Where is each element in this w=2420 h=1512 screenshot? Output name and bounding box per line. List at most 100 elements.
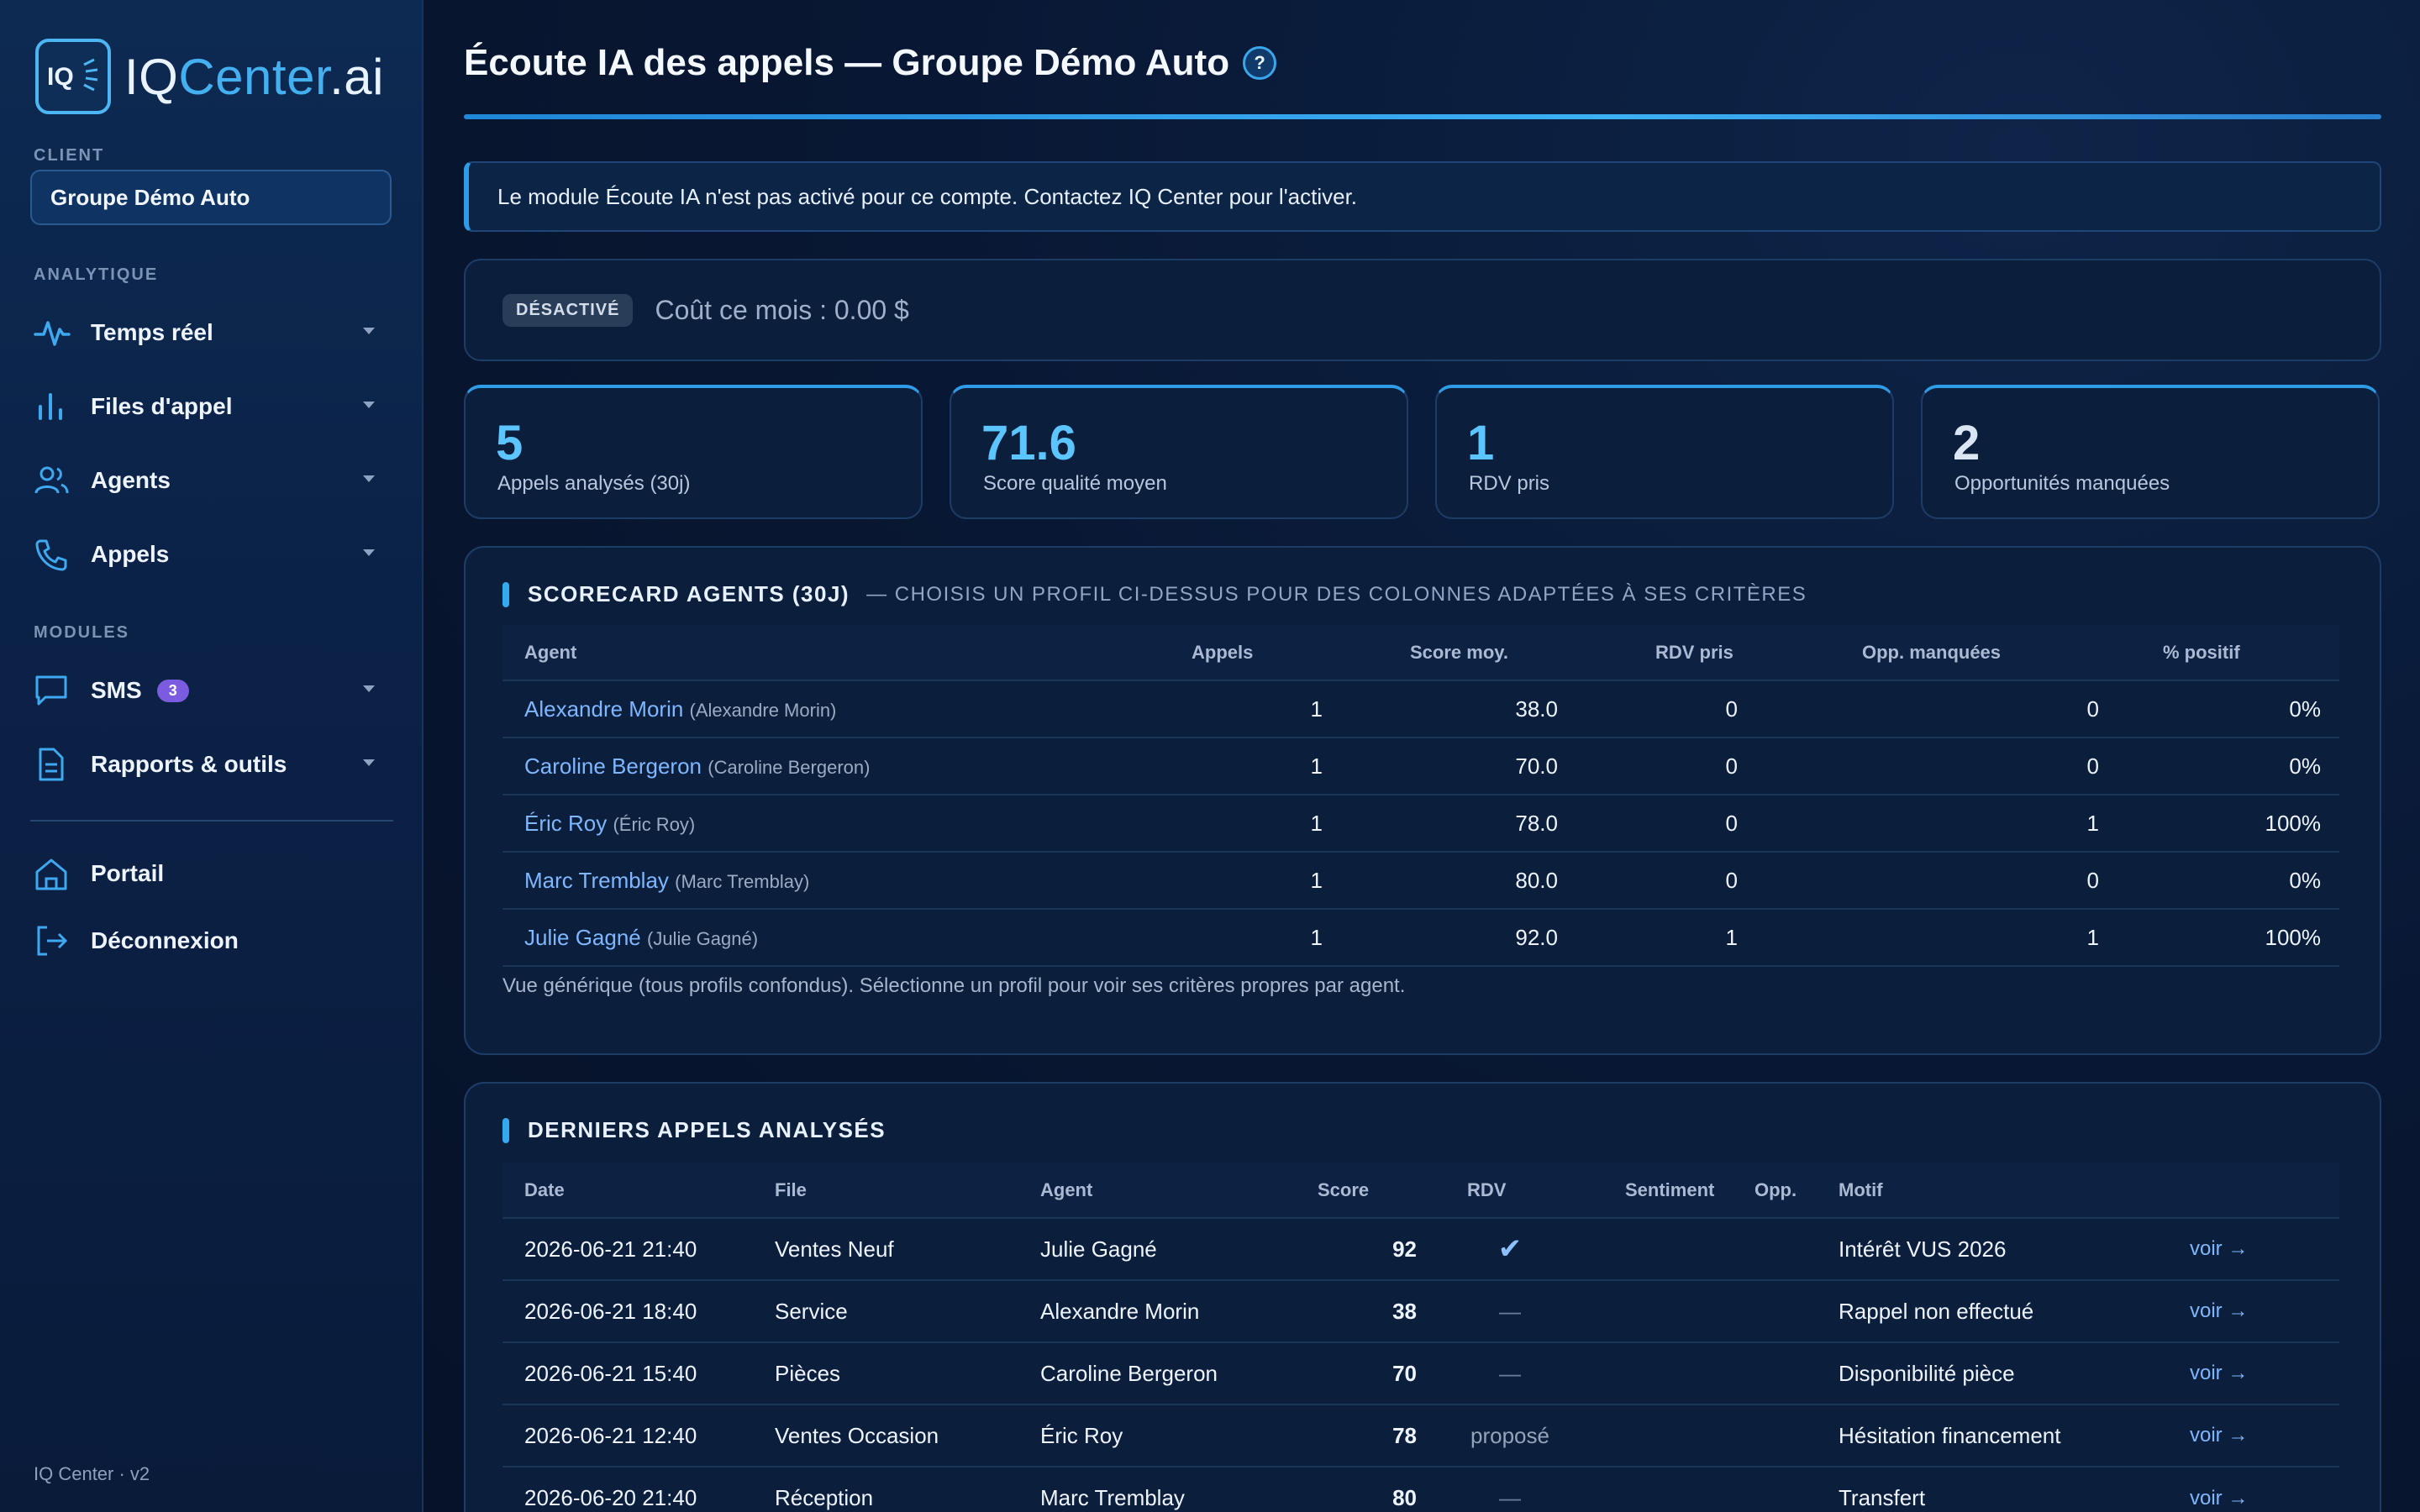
page-title-row: Écoute IA des appels — Groupe Démo Auto … bbox=[464, 42, 1277, 84]
col-appels[interactable]: Appels bbox=[1192, 625, 1343, 680]
nav-sms[interactable]: SMS 3 bbox=[34, 665, 387, 716]
voir-link[interactable]: voir → bbox=[2190, 1279, 2339, 1342]
motif-cell: Rappel non effectué bbox=[1839, 1279, 2190, 1342]
sentiment-cell bbox=[1600, 1217, 1754, 1280]
opp-cell: 1 bbox=[1805, 908, 2124, 967]
agent-cell: Julie Gagné bbox=[1040, 1217, 1318, 1280]
kpi-value: 1 bbox=[1467, 416, 1495, 470]
score-cell: 70.0 bbox=[1343, 737, 1578, 795]
col-rdv[interactable]: RDV bbox=[1420, 1163, 1600, 1218]
nav-label: Temps réel bbox=[91, 319, 213, 345]
col-sentiment[interactable]: Sentiment bbox=[1600, 1163, 1754, 1218]
page-title: Écoute IA des appels — Groupe Démo Auto bbox=[464, 42, 1230, 83]
opp-cell bbox=[1754, 1404, 1839, 1467]
kpi-card-rdv: 1 RDV pris bbox=[1435, 385, 1894, 519]
rdv-cell: — bbox=[1420, 1279, 1600, 1342]
appels-cell: 1 bbox=[1192, 737, 1343, 795]
positif-cell: 0% bbox=[2124, 737, 2339, 795]
score-cell: 80.0 bbox=[1343, 851, 1578, 909]
nav-files-appel[interactable]: Files d'appel bbox=[34, 381, 387, 432]
col-rdv[interactable]: RDV pris bbox=[1578, 625, 1805, 680]
client-label: CLIENT bbox=[34, 146, 105, 165]
modules-section-label: MODULES bbox=[34, 623, 129, 642]
file-cell: Réception bbox=[775, 1466, 1040, 1512]
appels-cell: 1 bbox=[1192, 908, 1343, 967]
agent-alias: (Éric Roy) bbox=[613, 813, 696, 835]
col-positif[interactable]: % positif bbox=[2124, 625, 2339, 680]
logo-name: Center bbox=[178, 48, 330, 105]
file-cell: Ventes Occasion bbox=[775, 1404, 1040, 1467]
col-agent[interactable]: Agent bbox=[1040, 1163, 1318, 1218]
voir-link[interactable]: voir → bbox=[2190, 1217, 2339, 1280]
help-icon[interactable]: ? bbox=[1243, 46, 1277, 80]
rdv-cell: — bbox=[1420, 1466, 1600, 1512]
nav-label: Déconnexion bbox=[91, 927, 239, 953]
agent-link[interactable]: Julie Gagné bbox=[524, 925, 641, 950]
score-cell: 78 bbox=[1318, 1404, 1420, 1467]
kpi-label: RDV pris bbox=[1469, 472, 1550, 495]
nav-deconnexion[interactable]: Déconnexion bbox=[34, 916, 387, 966]
table-row[interactable]: 2026-06-21 12:40 Ventes Occasion Éric Ro… bbox=[502, 1404, 2339, 1467]
kpi-label: Opportunités manquées bbox=[1954, 472, 2170, 495]
table-row[interactable]: 2026-06-20 21:40 Réception Marc Tremblay… bbox=[502, 1466, 2339, 1512]
agent-link[interactable]: Marc Tremblay bbox=[524, 868, 669, 893]
nav-label: Portail bbox=[91, 860, 165, 886]
table-row: Alexandre Morin (Alexandre Morin) 1 38.0… bbox=[502, 680, 2339, 738]
col-opp[interactable]: Opp. bbox=[1754, 1163, 1839, 1218]
table-row[interactable]: 2026-06-21 15:40 Pièces Caroline Bergero… bbox=[502, 1341, 2339, 1404]
phone-icon bbox=[34, 533, 76, 575]
chevron-down-icon bbox=[363, 402, 375, 408]
scorecard-panel: SCORECARD AGENTS (30J) — CHOISIS UN PROF… bbox=[464, 546, 2381, 1055]
agent-link[interactable]: Alexandre Morin bbox=[524, 696, 683, 722]
rdv-cell: — bbox=[1420, 1341, 1600, 1404]
sms-count-badge: 3 bbox=[156, 679, 189, 702]
nav-agents[interactable]: Agents bbox=[34, 455, 387, 506]
nav-rapports-outils[interactable]: Rapports & outils bbox=[34, 739, 387, 790]
voir-link[interactable]: voir → bbox=[2190, 1466, 2339, 1512]
chevron-down-icon bbox=[363, 685, 375, 692]
scorecard-table: Agent Appels Score moy. RDV pris Opp. ma… bbox=[502, 625, 2339, 967]
kpi-card-missed: 2 Opportunités manquées bbox=[1921, 385, 2380, 519]
col-agent[interactable]: Agent bbox=[502, 625, 1192, 680]
chevron-down-icon bbox=[363, 759, 375, 766]
agent-link[interactable]: Caroline Bergeron bbox=[524, 753, 702, 779]
agent-link[interactable]: Éric Roy bbox=[524, 811, 607, 836]
file-cell: Pièces bbox=[775, 1341, 1040, 1404]
score-cell: 70 bbox=[1318, 1341, 1420, 1404]
agent-cell: Éric Roy bbox=[1040, 1404, 1318, 1467]
col-date[interactable]: Date bbox=[502, 1163, 775, 1218]
agent-cell: Julie Gagné (Julie Gagné) bbox=[502, 908, 1192, 967]
version-footer: IQ Center · v2 bbox=[34, 1463, 150, 1484]
sentiment-cell bbox=[1600, 1404, 1754, 1467]
positif-cell: 100% bbox=[2124, 794, 2339, 852]
col-score[interactable]: Score bbox=[1318, 1163, 1420, 1218]
logo[interactable]: IQ IQCenter.ai bbox=[35, 39, 384, 114]
rdv-cell: 1 bbox=[1578, 908, 1805, 967]
opp-cell bbox=[1754, 1341, 1839, 1404]
chevron-down-icon bbox=[363, 549, 375, 556]
nav-label: Rapports & outils bbox=[91, 751, 287, 777]
kpi-card-quality: 71.6 Score qualité moyen bbox=[950, 385, 1408, 519]
table-row[interactable]: 2026-06-21 21:40 Ventes Neuf Julie Gagné… bbox=[502, 1217, 2339, 1280]
col-score[interactable]: Score moy. bbox=[1343, 625, 1578, 680]
col-motif[interactable]: Motif bbox=[1839, 1163, 2190, 1218]
nav-temps-reel[interactable]: Temps réel bbox=[34, 307, 387, 358]
chevron-down-icon bbox=[363, 328, 375, 334]
table-row[interactable]: 2026-06-21 18:40 Service Alexandre Morin… bbox=[502, 1279, 2339, 1342]
motif-cell: Hésitation financement bbox=[1839, 1404, 2190, 1467]
opp-cell: 1 bbox=[1805, 794, 2124, 852]
voir-link[interactable]: voir → bbox=[2190, 1341, 2339, 1404]
nav-appels[interactable]: Appels bbox=[34, 529, 387, 580]
bar-chart-icon bbox=[34, 386, 76, 428]
section-marker bbox=[502, 1117, 509, 1143]
rdv-cell: 0 bbox=[1578, 737, 1805, 795]
nav-portail[interactable]: Portail bbox=[34, 848, 387, 899]
voir-link[interactable]: voir → bbox=[2190, 1404, 2339, 1467]
agent-alias: (Julie Gagné) bbox=[647, 927, 759, 949]
appels-cell: 1 bbox=[1192, 794, 1343, 852]
client-select[interactable]: Groupe Démo Auto bbox=[30, 170, 392, 225]
col-opp[interactable]: Opp. manquées bbox=[1805, 625, 2124, 680]
agent-cell: Marc Tremblay (Marc Tremblay) bbox=[502, 851, 1192, 909]
nav-label: Files d'appel bbox=[91, 393, 233, 419]
col-file[interactable]: File bbox=[775, 1163, 1040, 1218]
